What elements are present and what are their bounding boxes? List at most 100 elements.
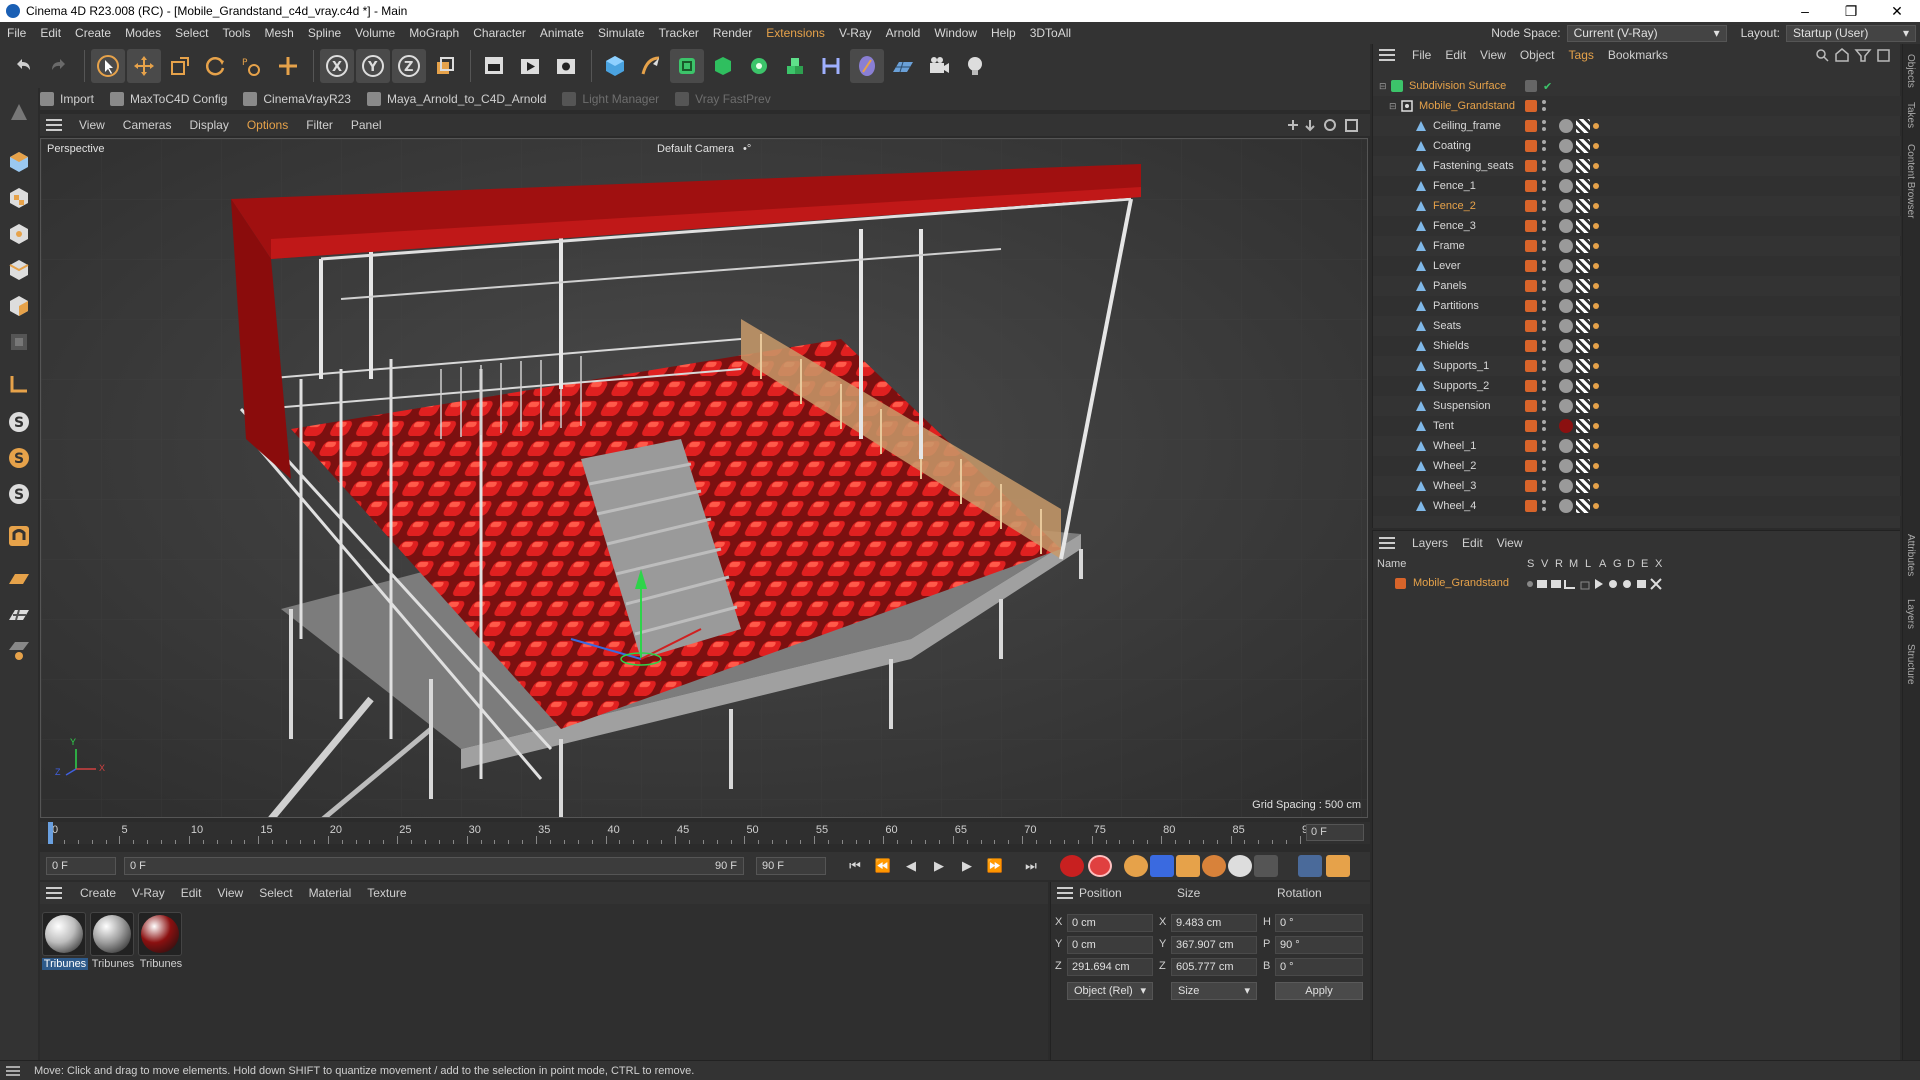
texture-tag-icon[interactable] [1576, 339, 1590, 353]
workplane-button[interactable] [3, 368, 35, 400]
layer-menu-layers[interactable]: Layers [1405, 536, 1455, 550]
material-menu-material[interactable]: Material [301, 886, 360, 900]
preview-range-bar[interactable]: 0 F 90 F [124, 857, 744, 875]
end-frame-field[interactable]: 90 F [756, 857, 826, 875]
layer-color-icon[interactable] [1525, 420, 1537, 432]
material-tag-icon[interactable] [1559, 479, 1573, 493]
layer-color-icon[interactable] [1525, 440, 1537, 452]
menu-simulate[interactable]: Simulate [591, 22, 652, 44]
layer-color-icon[interactable] [1525, 320, 1537, 332]
collapse-icon[interactable]: ⊟ [1389, 101, 1401, 112]
texture-tag-icon[interactable] [1576, 159, 1590, 173]
object-row[interactable]: Shields [1373, 336, 1901, 356]
phong-tag-icon[interactable] [1593, 303, 1599, 309]
snap-settings-button[interactable]: S [3, 442, 35, 474]
texture-tag-icon[interactable] [1576, 239, 1590, 253]
material-tag-icon[interactable] [1559, 339, 1573, 353]
timeline-window-button[interactable] [1326, 855, 1350, 877]
layer-color-icon[interactable] [1525, 400, 1537, 412]
phong-tag-icon[interactable] [1593, 483, 1599, 489]
object-row[interactable]: Supports_2 [1373, 376, 1901, 396]
om-menu-bookmarks[interactable]: Bookmarks [1601, 48, 1675, 62]
timeline-ruler[interactable]: 051015202530354045505560657075808590 0 F [40, 822, 1370, 844]
material-menu-vray[interactable]: V-Ray [124, 886, 173, 900]
light-button[interactable] [958, 49, 992, 83]
phong-tag-icon[interactable] [1593, 203, 1599, 209]
coordinates-menu-icon[interactable] [1057, 887, 1073, 899]
material-menu-select[interactable]: Select [251, 886, 300, 900]
visibility-dots-icon[interactable] [1541, 99, 1547, 113]
menu-help[interactable]: Help [984, 22, 1023, 44]
visibility-dots-icon[interactable] [1541, 279, 1547, 293]
layer-color-icon[interactable] [1525, 140, 1537, 152]
visibility-dots-icon[interactable] [1541, 379, 1547, 393]
phong-tag-icon[interactable] [1593, 263, 1599, 269]
viewport-menu-options[interactable]: Options [238, 118, 297, 132]
layer-color-icon[interactable] [1525, 340, 1537, 352]
uv-mode-button[interactable] [3, 326, 35, 358]
material-tag-icon[interactable] [1559, 239, 1573, 253]
phong-tag-icon[interactable] [1593, 383, 1599, 389]
layer-menu-edit[interactable]: Edit [1455, 536, 1490, 550]
phong-tag-icon[interactable] [1593, 123, 1599, 129]
texture-tag-icon[interactable] [1576, 219, 1590, 233]
viewport-menu-filter[interactable]: Filter [297, 118, 342, 132]
phong-tag-icon[interactable] [1593, 343, 1599, 349]
material-tag-icon[interactable] [1559, 299, 1573, 313]
texture-tag-icon[interactable] [1576, 299, 1590, 313]
object-manager-menu-icon[interactable] [1379, 49, 1395, 61]
checker-plane-button[interactable] [3, 598, 35, 630]
layer-color-icon[interactable] [1525, 360, 1537, 372]
visibility-dots-icon[interactable] [1541, 219, 1547, 233]
plugin-cinemavray[interactable]: CinemaVrayR23 [243, 92, 351, 106]
keyframe-selection-button[interactable] [1124, 855, 1148, 877]
object-row-root[interactable]: ⊟ Subdivision Surface ✔ [1373, 76, 1901, 96]
size-mode-select[interactable]: Size ▾ [1171, 982, 1257, 1000]
edit-check-icon[interactable] [1525, 80, 1537, 92]
camera-button[interactable] [922, 49, 956, 83]
phong-tag-icon[interactable] [1593, 403, 1599, 409]
material-swatch[interactable]: Tribunes [42, 912, 88, 970]
material-swatch[interactable]: Tribunes [138, 912, 184, 970]
grid-plane-button[interactable] [3, 562, 35, 594]
solo-button[interactable] [3, 634, 35, 666]
position-x-field[interactable]: 0 cm [1067, 914, 1153, 932]
position-key-button[interactable] [1150, 855, 1174, 877]
material-tag-icon[interactable] [1559, 399, 1573, 413]
plugin-maxtoc4d[interactable]: MaxToC4D Config [110, 92, 227, 106]
object-row[interactable]: Coating [1373, 136, 1901, 156]
layer-color-icon[interactable] [1525, 280, 1537, 292]
phong-tag-icon[interactable] [1593, 423, 1599, 429]
record-keyframe-button[interactable] [1060, 855, 1084, 877]
layer-color-icon[interactable] [1525, 480, 1537, 492]
layout-select[interactable]: Startup (User) ▾ [1786, 24, 1916, 42]
snap-button[interactable]: S [3, 406, 35, 438]
layer-color-icon[interactable] [1525, 160, 1537, 172]
material-tag-icon[interactable] [1559, 359, 1573, 373]
visibility-dots-icon[interactable] [1541, 199, 1547, 213]
material-tag-icon[interactable] [1559, 199, 1573, 213]
position-z-field[interactable]: 291.694 cm [1067, 958, 1153, 976]
layer-color-icon[interactable] [1525, 120, 1537, 132]
sidetab-objects[interactable]: Objects [1905, 54, 1916, 88]
object-row[interactable]: Partitions [1373, 296, 1901, 316]
object-row[interactable]: Panels [1373, 276, 1901, 296]
object-row[interactable]: Wheel_2 [1373, 456, 1901, 476]
texture-tag-icon[interactable] [1576, 259, 1590, 273]
material-tag-icon[interactable] [1559, 459, 1573, 473]
prev-frame-button[interactable]: ◀ [900, 856, 922, 876]
playhead[interactable] [48, 822, 53, 844]
texture-tag-icon[interactable] [1576, 179, 1590, 193]
viewport-menu-cameras[interactable]: Cameras [114, 118, 181, 132]
menu-volume[interactable]: Volume [348, 22, 402, 44]
layer-menu-view[interactable]: View [1490, 536, 1530, 550]
visibility-dots-icon[interactable] [1541, 139, 1547, 153]
object-row[interactable]: Fastening_seats [1373, 156, 1901, 176]
menu-tracker[interactable]: Tracker [652, 22, 706, 44]
om-menu-object[interactable]: Object [1513, 48, 1562, 62]
apply-button[interactable]: Apply [1275, 982, 1363, 1000]
menu-modes[interactable]: Modes [118, 22, 168, 44]
menu-tools[interactable]: Tools [215, 22, 257, 44]
field-button[interactable] [850, 49, 884, 83]
render-view-button[interactable] [477, 49, 511, 83]
